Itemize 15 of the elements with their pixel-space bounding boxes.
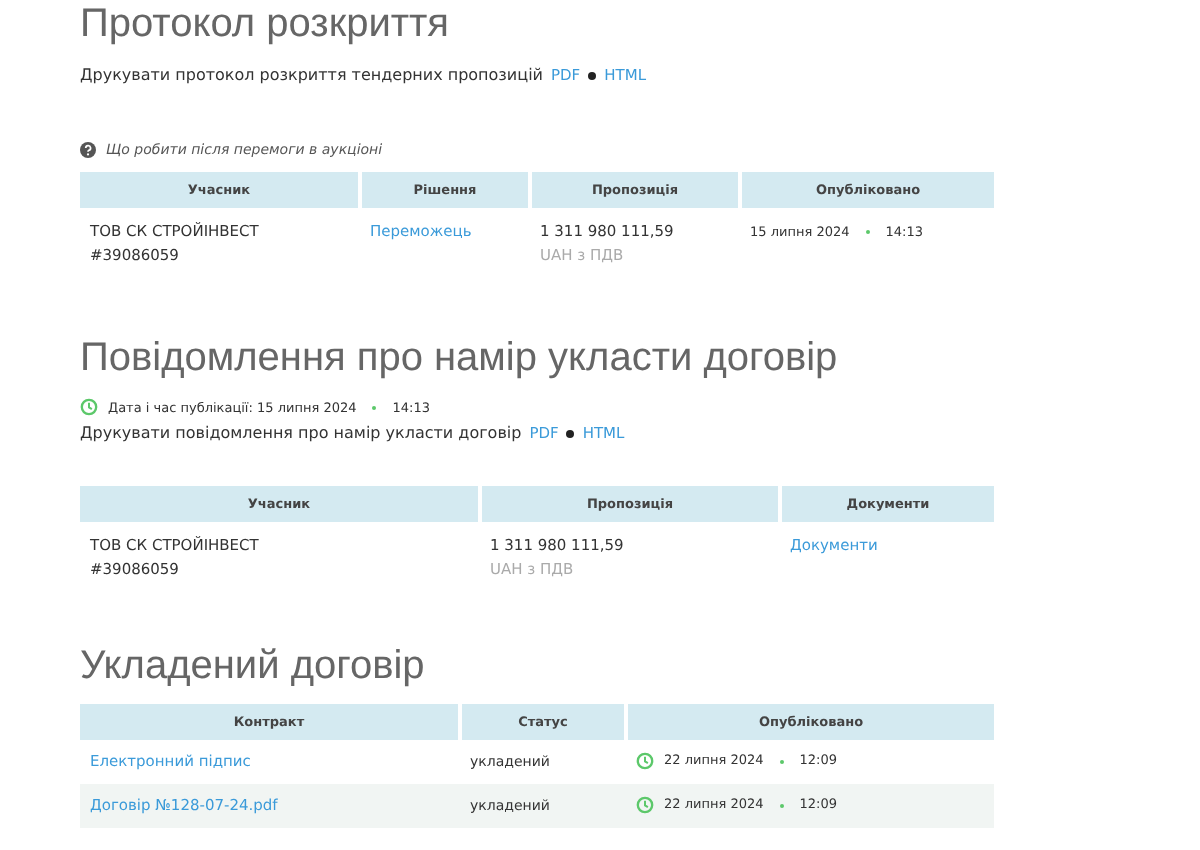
section-heading: Укладений договір <box>80 642 427 690</box>
section-heading: Повідомлення про намір укласти договір <box>80 334 840 382</box>
clock-icon <box>80 398 98 416</box>
separator-dot <box>372 405 377 409</box>
separator-dot <box>779 803 784 807</box>
clock-icon <box>636 796 654 814</box>
separator-dot <box>865 230 870 234</box>
bullet-icon <box>588 71 597 79</box>
bullet-icon <box>566 429 575 437</box>
section-heading: Протокол розкриття <box>80 0 452 48</box>
print-label: Друкувати протокол розкриття тендерних пропозицій <box>80 66 543 84</box>
clock-icon <box>636 752 654 770</box>
print-label: Друкувати повідомлення про намір укласти договір <box>80 424 522 442</box>
separator-dot <box>779 759 784 763</box>
help-icon <box>80 142 96 158</box>
